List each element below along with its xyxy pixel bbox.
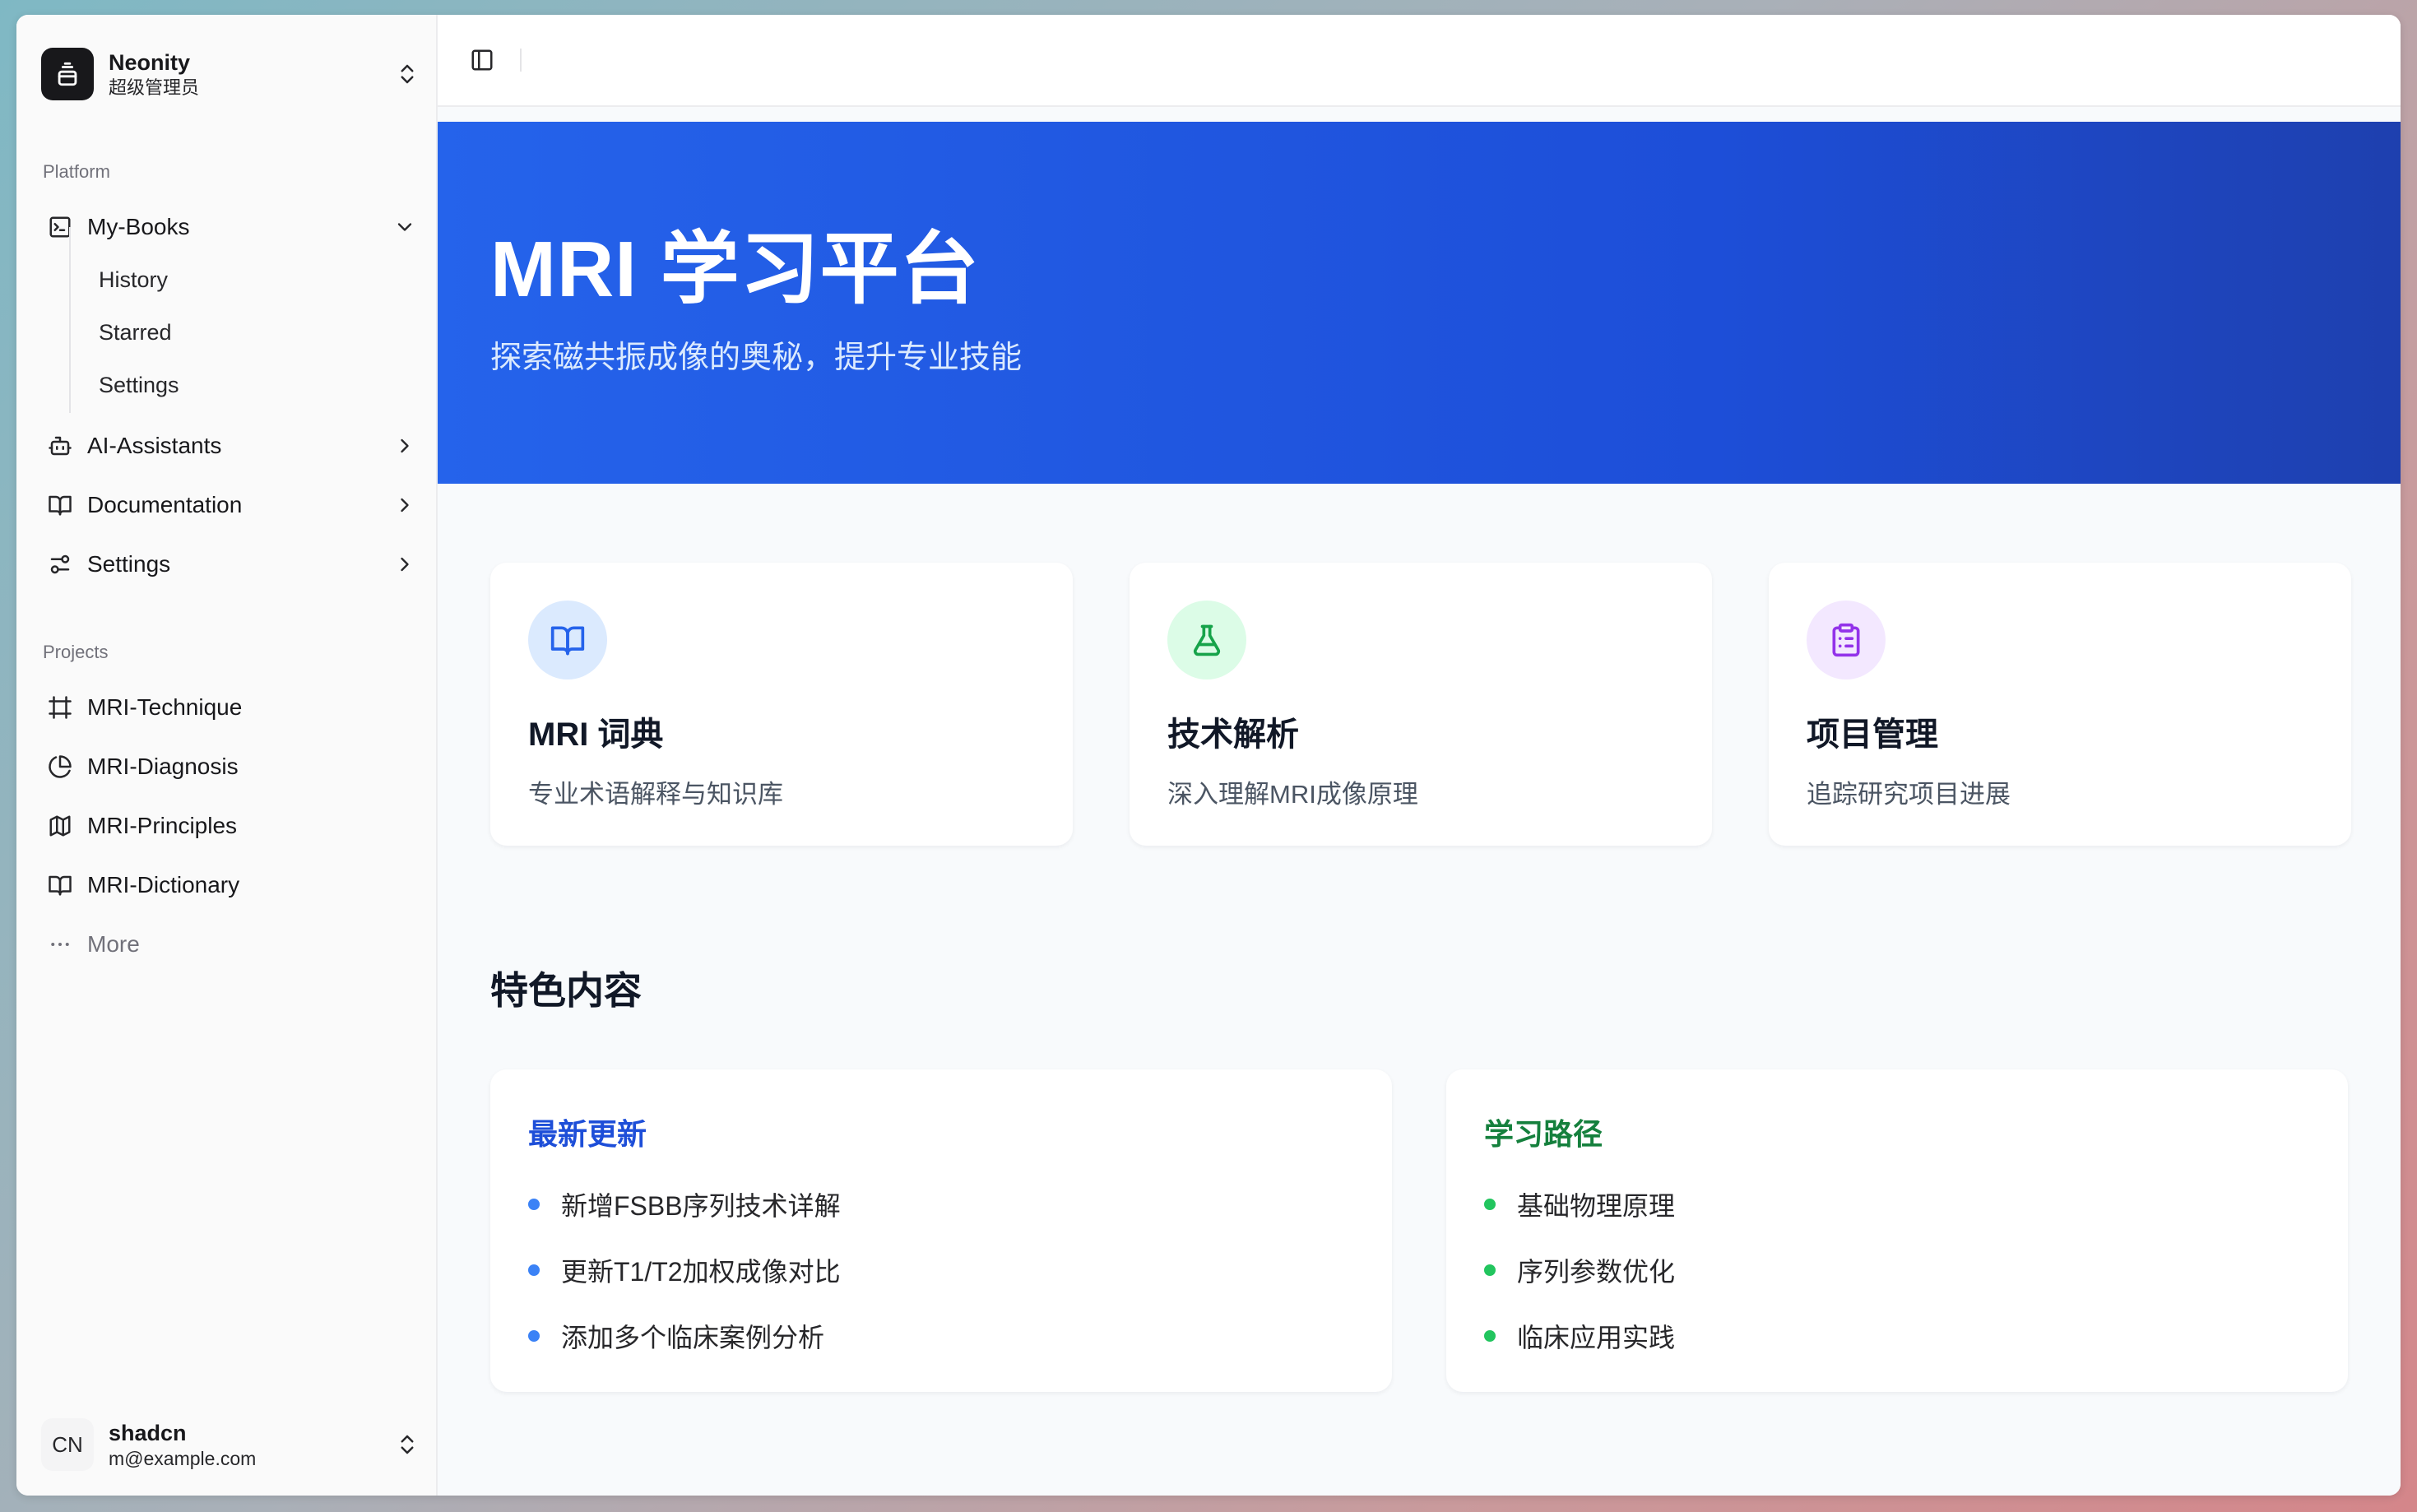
card-description: 专业术语解释与知识库 [528, 780, 783, 809]
pie-chart-icon [49, 755, 72, 778]
sidebar-item-label: My-Books [87, 214, 190, 239]
hero-banner: MRI 学习平台 探索磁共振成像的奥秘，提升专业技能 [438, 122, 2401, 484]
card-mri-dictionary[interactable]: MRI 词典 专业术语解释与知识库 [490, 563, 1073, 846]
book-open-icon [49, 495, 72, 516]
card-project-management[interactable]: 项目管理 追踪研究项目进展 [1769, 563, 2351, 846]
list-item[interactable]: 序列参数优化 [1484, 1237, 2310, 1303]
card-title: MRI 词典 [528, 717, 664, 753]
settings-sliders-icon [50, 554, 70, 574]
bullet-dot [1484, 1199, 1496, 1210]
top-bar [438, 15, 2401, 107]
submenu-guide-line [69, 227, 71, 413]
panel-title: 最新更新 [528, 1117, 647, 1151]
list-item[interactable]: 添加多个临床案例分析 [528, 1303, 1354, 1369]
list-item[interactable]: 更新T1/T2加权成像对比 [528, 1237, 1354, 1303]
project-item-more[interactable]: More [41, 920, 428, 969]
clipboard-list-icon [1807, 601, 1886, 679]
card-description: 深入理解MRI成像原理 [1167, 780, 1418, 809]
team-name: Neonity [109, 50, 191, 75]
card-tech-analysis[interactable]: 技术解析 深入理解MRI成像原理 [1130, 563, 1712, 846]
sidebar-item-label: Documentation [87, 492, 243, 517]
card-description: 追踪研究项目进展 [1807, 780, 2011, 809]
chevron-down-icon [397, 223, 412, 231]
panel-title: 学习路径 [1484, 1117, 1603, 1151]
list-item-text: 临床应用实践 [1517, 1323, 1676, 1352]
featured-section-title: 特色内容 [490, 969, 642, 1012]
sidebar-subitem-settings[interactable]: Settings [84, 362, 413, 408]
list-item-text: 基础物理原理 [1517, 1191, 1676, 1221]
project-item-mri-dictionary[interactable]: MRI-Dictionary [41, 860, 428, 910]
panel-learning-path: 学习路径 基础物理原理 序列参数优化 临床应用实践 [1446, 1069, 2348, 1392]
more-dots-icon [51, 943, 69, 946]
sidebar-item-label: Settings [87, 551, 171, 577]
bullet-dot [1484, 1264, 1496, 1276]
list-item[interactable]: 新增FSBB序列技术详解 [528, 1171, 1354, 1237]
sidebar-item-settings[interactable]: Settings [41, 540, 428, 589]
list-item-text: 新增FSBB序列技术详解 [561, 1191, 841, 1221]
project-item-mri-technique[interactable]: MRI-Technique [41, 683, 428, 732]
bullet-dot [528, 1199, 540, 1210]
learning-path-list: 基础物理原理 序列参数优化 临床应用实践 [1484, 1171, 2310, 1369]
update-list: 新增FSBB序列技术详解 更新T1/T2加权成像对比 添加多个临床案例分析 [528, 1171, 1354, 1369]
sidebar-item-documentation[interactable]: Documentation [41, 480, 428, 530]
map-icon [49, 815, 71, 837]
team-logo-icon [41, 48, 94, 100]
list-item-text: 更新T1/T2加权成像对比 [561, 1257, 841, 1287]
bullet-dot [1484, 1330, 1496, 1342]
list-item-text: 序列参数优化 [1517, 1257, 1676, 1287]
chevron-right-icon [401, 557, 409, 572]
main-content: MRI 学习平台 探索磁共振成像的奥秘，提升专业技能 MRI 词典 专业术语解释… [438, 15, 2401, 1496]
user-email: m@example.com [109, 1448, 257, 1469]
book-open-icon [49, 875, 72, 896]
sidebar: Neonity 超级管理员 Platform My-Books History … [16, 15, 438, 1496]
chevrons-up-down-icon [401, 1435, 414, 1454]
platform-group-label: Platform [43, 161, 110, 182]
sidebar-toggle-button[interactable] [466, 44, 499, 77]
projects-group-label: Projects [43, 642, 109, 662]
project-item-mri-principles[interactable]: MRI-Principles [41, 801, 428, 851]
panel-left-icon [471, 49, 493, 71]
project-item-mri-diagnosis[interactable]: MRI-Diagnosis [41, 742, 428, 791]
project-item-label: MRI-Technique [87, 694, 243, 720]
card-title: 项目管理 [1807, 717, 1938, 753]
project-item-label: MRI-Dictionary [87, 872, 240, 897]
user-name: shadcn [109, 1421, 187, 1445]
chevron-right-icon [401, 438, 409, 453]
hero-subtitle: 探索磁共振成像的奥秘，提升专业技能 [490, 341, 1023, 375]
chevron-right-icon [401, 498, 409, 513]
bullet-dot [528, 1264, 540, 1276]
project-item-label: MRI-Principles [87, 813, 238, 838]
team-role: 超级管理员 [109, 77, 200, 98]
sidebar-subitem-starred[interactable]: Starred [84, 309, 413, 355]
hero-title: MRI 学习平台 [490, 225, 980, 313]
card-title: 技术解析 [1167, 717, 1299, 753]
hash-frame-icon [49, 696, 72, 719]
feature-cards: MRI 词典 专业术语解释与知识库 技术解析 深入理解MRI成像原理 项目管理 … [490, 563, 2351, 846]
sidebar-item-ai-assistants[interactable]: AI-Assistants [41, 421, 428, 471]
book-open-icon [528, 601, 607, 679]
avatar: CN [41, 1418, 94, 1471]
app-window: Neonity 超级管理员 Platform My-Books History … [16, 15, 2401, 1496]
list-item[interactable]: 基础物理原理 [1484, 1171, 2310, 1237]
list-item-text: 添加多个临床案例分析 [561, 1323, 825, 1352]
panel-latest-updates: 最新更新 新增FSBB序列技术详解 更新T1/T2加权成像对比 添加多个临床案例… [490, 1069, 1392, 1392]
user-menu[interactable]: CN shadcn m@example.com [41, 1410, 428, 1479]
project-item-label: MRI-Diagnosis [87, 754, 239, 779]
chevrons-up-down-icon [401, 64, 414, 84]
sidebar-subitem-history[interactable]: History [84, 257, 413, 303]
bullet-dot [528, 1330, 540, 1342]
sidebar-item-label: AI-Assistants [87, 433, 222, 458]
project-item-label: More [87, 931, 140, 957]
flask-icon [1167, 601, 1246, 679]
list-item[interactable]: 临床应用实践 [1484, 1303, 2310, 1369]
topbar-divider [520, 49, 522, 72]
team-switcher[interactable]: Neonity 超级管理员 [41, 39, 428, 109]
bot-icon [49, 436, 72, 456]
sidebar-item-my-books[interactable]: My-Books [41, 202, 428, 252]
